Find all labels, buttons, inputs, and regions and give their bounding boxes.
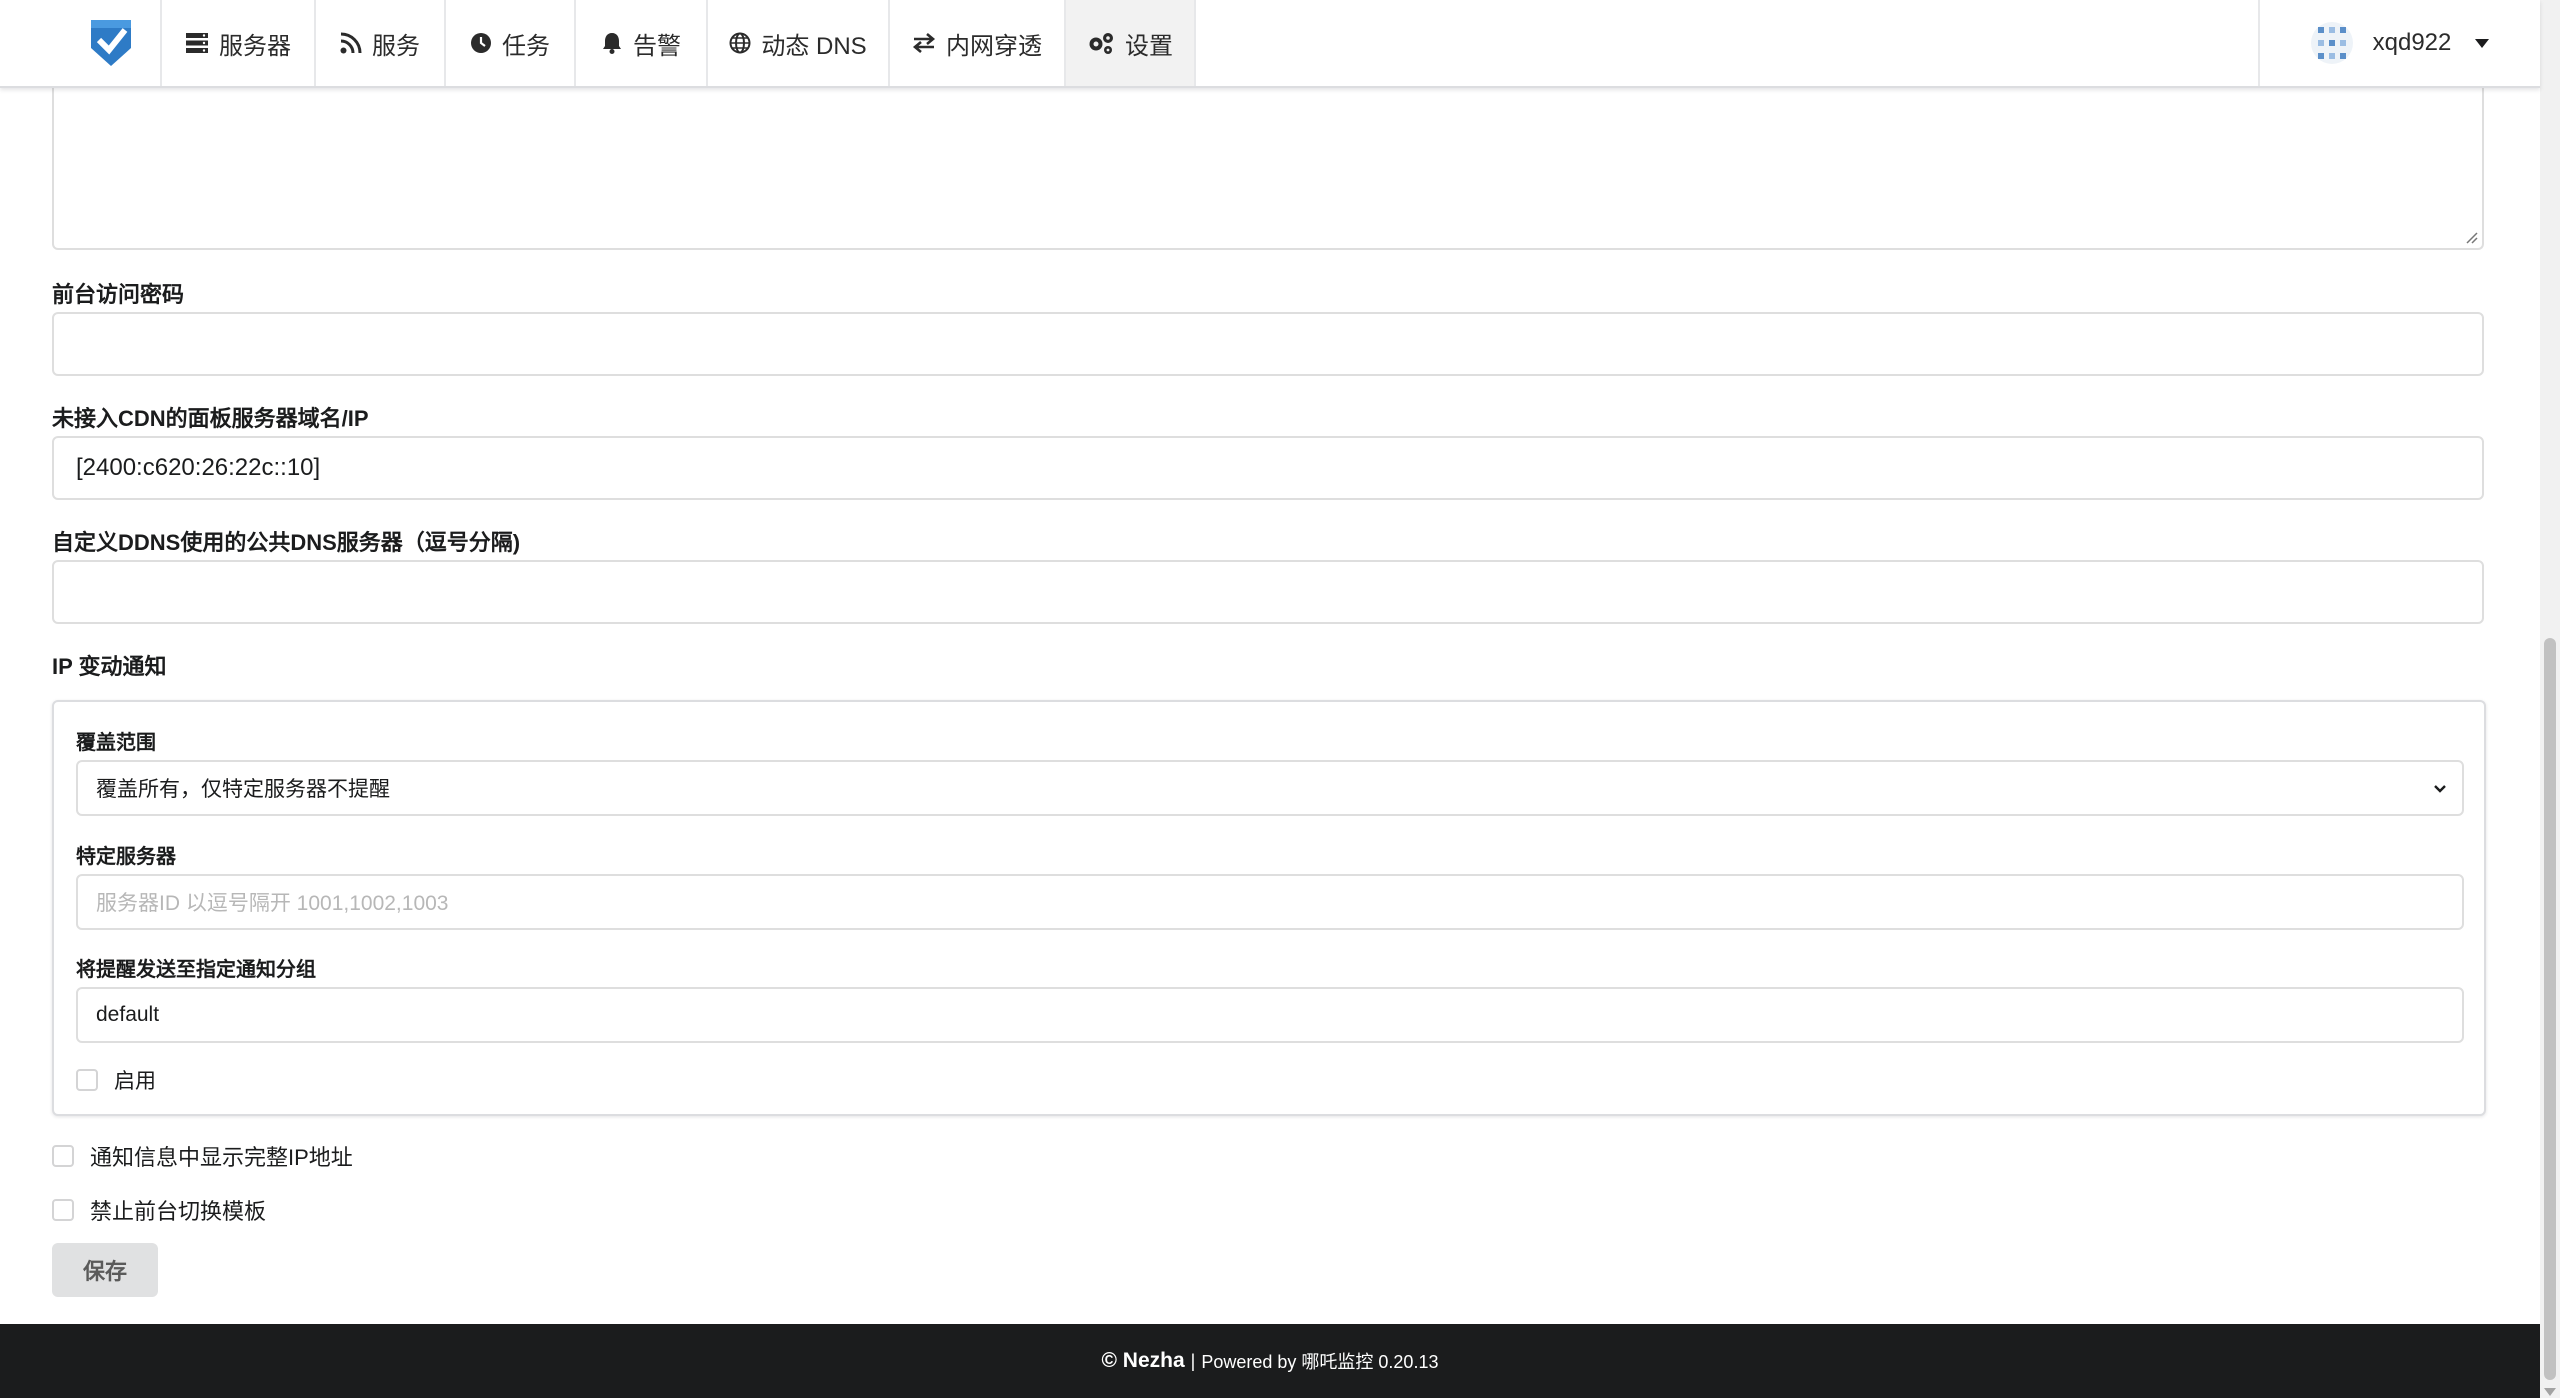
scope-label: 覆盖范围	[76, 732, 156, 754]
servers-input[interactable]: 服务器ID 以逗号隔开 1001,1002,1003	[76, 874, 2464, 930]
nav-settings-label: 设置	[1125, 32, 1173, 60]
resize-handle-icon[interactable]	[2464, 230, 2478, 244]
user-menu[interactable]: xqd922	[2258, 0, 2540, 86]
disable-theme-switch-row[interactable]: 禁止前台切换模板	[52, 1194, 266, 1226]
frontend-password-input[interactable]	[52, 312, 2484, 376]
enable-checkbox[interactable]	[76, 1069, 98, 1091]
gears-icon	[1087, 31, 1115, 55]
bell-icon	[601, 32, 623, 54]
chevron-down-icon	[2434, 785, 2446, 793]
nav-services[interactable]: 服务	[314, 0, 444, 86]
footer: © Nezha | Powered by 哪吒监控 0.20.13	[0, 1324, 2540, 1398]
custom-code-textarea[interactable]	[52, 60, 2484, 250]
enable-checkbox-row[interactable]: 启用	[76, 1065, 156, 1095]
save-button[interactable]: 保存	[52, 1243, 158, 1297]
scrollbar-thumb[interactable]	[2544, 638, 2556, 1380]
panel-domain-label: 未接入CDN的面板服务器域名/IP	[52, 406, 369, 431]
server-icon	[185, 32, 209, 54]
exchange-icon	[912, 32, 936, 54]
page-scrollbar[interactable]	[2540, 0, 2560, 1398]
shield-check-icon	[91, 20, 131, 66]
group-input[interactable]: default	[76, 987, 2464, 1043]
show-full-ip-checkbox[interactable]	[52, 1145, 74, 1167]
avatar	[2310, 22, 2353, 64]
nav-ddns-label: 动态 DNS	[761, 32, 867, 60]
footer-powered: Powered by 哪吒监控 0.20.13	[1201, 1352, 1439, 1372]
scroll-down-arrow-icon[interactable]	[2544, 1388, 2556, 1396]
disable-theme-switch-label: 禁止前台切换模板	[90, 1199, 267, 1224]
nav-alerts[interactable]: 告警	[574, 0, 706, 86]
nav-ddns[interactable]: 动态 DNS	[706, 0, 888, 86]
rss-icon	[340, 32, 362, 54]
group-label: 将提醒发送至指定通知分组	[76, 959, 316, 981]
scope-select-value: 覆盖所有，仅特定服务器不提醒	[96, 778, 390, 801]
ddns-dns-input[interactable]	[52, 560, 2484, 624]
clock-icon	[470, 32, 492, 54]
footer-separator: |	[1190, 1350, 1196, 1371]
show-full-ip-row[interactable]: 通知信息中显示完整IP地址	[52, 1140, 353, 1172]
globe-icon	[729, 32, 751, 54]
ip-change-title: IP 变动通知	[52, 654, 167, 679]
scope-select[interactable]: 覆盖所有，仅特定服务器不提醒	[76, 760, 2464, 816]
footer-brand: © Nezha	[1101, 1349, 1185, 1372]
servers-label: 特定服务器	[76, 846, 176, 868]
nav-tasks[interactable]: 任务	[444, 0, 574, 86]
enable-label: 启用	[114, 1070, 156, 1093]
nav-services-label: 服务	[372, 32, 420, 60]
show-full-ip-label: 通知信息中显示完整IP地址	[90, 1145, 353, 1170]
nav-tasks-label: 任务	[502, 32, 550, 60]
nav-servers-label: 服务器	[219, 32, 291, 60]
nav-alerts-label: 告警	[633, 32, 681, 60]
caret-down-icon	[2475, 38, 2490, 48]
logo[interactable]	[62, 0, 160, 86]
top-menu: 服务器 服务 任务 告警 动态 DNS 内网穿透 设置 xqd922	[0, 0, 2540, 88]
panel-domain-input[interactable]: [2400:c620:26:22c::10]	[52, 436, 2484, 500]
nav-nat-label: 内网穿透	[946, 32, 1042, 60]
ddns-dns-label: 自定义DDNS使用的公共DNS服务器（逗号分隔)	[52, 530, 521, 555]
frontend-password-label: 前台访问密码	[52, 282, 185, 307]
nav-servers[interactable]: 服务器	[160, 0, 314, 86]
ip-change-segment: 覆盖范围 覆盖所有，仅特定服务器不提醒 特定服务器 服务器ID 以逗号隔开 10…	[52, 700, 2486, 1116]
user-name: xqd922	[2372, 29, 2452, 56]
nav-nat[interactable]: 内网穿透	[888, 0, 1064, 86]
disable-theme-switch-checkbox[interactable]	[52, 1199, 74, 1221]
nav-settings[interactable]: 设置	[1064, 0, 1196, 86]
